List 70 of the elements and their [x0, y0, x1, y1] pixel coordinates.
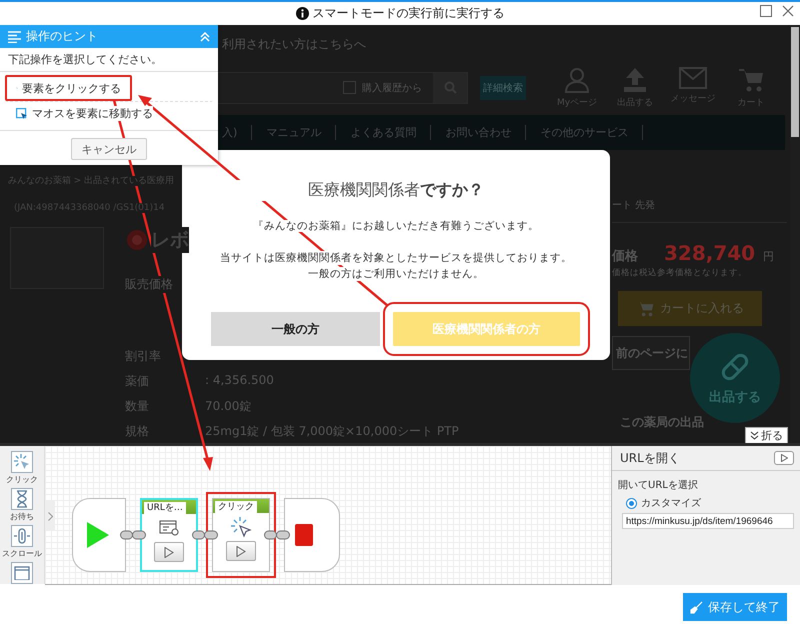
info-icon: [296, 7, 308, 20]
detail-label: 規格: [125, 423, 150, 439]
play-icon: [236, 546, 246, 556]
price: 328,740: [664, 241, 756, 265]
flow-step[interactable]: クリック: [212, 498, 270, 572]
browser-icon: [159, 520, 179, 536]
add-to-cart-button[interactable]: カートに入れる: [618, 291, 762, 326]
scroll-icon: [13, 527, 31, 545]
connector: [120, 530, 146, 540]
palette-item[interactable]: スクロール: [2, 525, 42, 559]
nav-link[interactable]: マニュアル: [252, 125, 336, 140]
cart-icon: [738, 66, 764, 92]
chevron-right-icon: [48, 512, 52, 520]
user-icon: [564, 66, 590, 92]
detail-label: 薬価: [125, 373, 150, 389]
radio-label: カスタマイズ: [641, 497, 701, 510]
cursor-icon: [16, 108, 28, 120]
run-step-button[interactable]: [154, 542, 184, 562]
collapse-icon[interactable]: [200, 32, 210, 42]
upload-icon: [622, 66, 648, 92]
dialog-button[interactable]: 医療機関関係者の方: [393, 312, 580, 346]
save-button[interactable]: 保存して終了: [683, 593, 787, 621]
list-icon: [8, 30, 22, 42]
close-icon[interactable]: [782, 5, 794, 17]
play-icon: [164, 546, 174, 558]
nav-link[interactable]: お問い合わせ: [431, 125, 526, 140]
stop-icon: [295, 524, 313, 546]
window-title: スマートモードの実行前に実行する: [312, 5, 504, 22]
chevron-down-icon: [750, 431, 759, 440]
nav-link[interactable]: よくある質問: [336, 125, 432, 140]
panel-title: 操作のヒント: [26, 28, 98, 45]
notice-link[interactable]: 利用されたい方はこちらへ: [222, 37, 366, 51]
mail-icon: [679, 66, 707, 88]
url-field[interactable]: https://minkusu.jp/ds/item/1969646: [622, 513, 794, 529]
price-note: 価格は税込参考価格となります。: [612, 267, 748, 279]
brush-icon: [690, 600, 703, 614]
advanced-search-button[interactable]: 詳細検索: [480, 76, 526, 100]
play-icon: [780, 454, 788, 462]
detail-value: 70.00錠: [205, 398, 252, 414]
dialog-button[interactable]: 一般の方: [211, 312, 380, 346]
run-button[interactable]: [774, 451, 794, 465]
play-icon: [87, 522, 109, 548]
detail-value: : 4,356.500: [205, 373, 275, 389]
price-label: 価格: [612, 248, 638, 265]
run-step-button[interactable]: [226, 541, 256, 561]
price-label: 販売価格: [125, 276, 173, 293]
palette-item[interactable]: クリック: [6, 451, 38, 485]
collapse-button[interactable]: 折る: [745, 427, 788, 443]
panel-title: URLを開く: [620, 450, 680, 466]
instruction-text: 下記操作を選択してください。: [0, 48, 218, 72]
radio-button[interactable]: [626, 498, 637, 508]
detail-label: 割引率: [125, 348, 162, 364]
nav-link[interactable]: 入): [220, 125, 252, 140]
window-icon: [13, 566, 31, 580]
nav-link[interactable]: その他のサービス: [526, 125, 644, 140]
detail-label: 数量: [125, 398, 150, 414]
field-label: 開いてURLを選択: [618, 479, 699, 492]
palette-item[interactable]: [11, 562, 33, 584]
currency: 円: [763, 249, 774, 264]
connector: [192, 530, 218, 540]
badge-icon: [126, 229, 148, 251]
cancel-button[interactable]: キャンセル: [71, 138, 147, 160]
checkbox[interactable]: [343, 81, 356, 94]
maximize-icon[interactable]: [760, 5, 772, 17]
flow-step[interactable]: URLを…: [140, 498, 198, 572]
hint-option[interactable]: 要素をクリックする: [5, 75, 132, 101]
detail-value: 25mg1錠 / 包装 7,000錠×10,000シート PTP: [205, 423, 459, 439]
hint-option[interactable]: マオスを要素に移動する: [5, 101, 213, 127]
product-tags: ート 先発: [612, 198, 787, 223]
connector: [264, 530, 290, 540]
